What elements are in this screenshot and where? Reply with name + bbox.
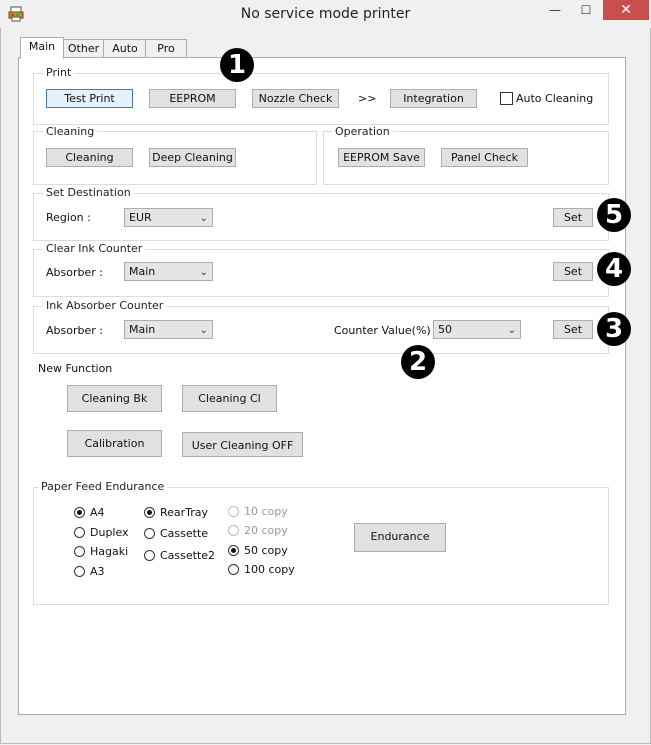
clear-ink-absorber-label: Absorber :: [46, 266, 103, 279]
set-destination-title: Set Destination: [43, 186, 134, 199]
tray-cassette-label: Cassette: [160, 527, 209, 540]
radio-size-hagaki[interactable]: [74, 546, 85, 557]
arrow-indicator: >>: [358, 92, 377, 105]
copy-20-label: 20 copy: [244, 524, 288, 537]
set-destination-group: [33, 193, 609, 241]
clear-ink-absorber-select[interactable]: Main ⌄: [124, 262, 213, 281]
integration-button[interactable]: Integration: [390, 89, 477, 108]
tab-other[interactable]: Other: [62, 39, 105, 58]
clear-ink-absorber-value: Main: [129, 265, 156, 278]
size-a4-label: A4: [90, 506, 105, 519]
set-destination-button[interactable]: Set: [553, 208, 593, 227]
counter-value-label: Counter Value(%) :: [334, 324, 438, 337]
auto-cleaning-label: Auto Cleaning: [516, 92, 594, 105]
tab-auto[interactable]: Auto: [103, 39, 147, 58]
ink-absorber-set-button[interactable]: Set: [553, 320, 593, 339]
size-duplex-label: Duplex: [90, 526, 129, 539]
counter-value: 50: [438, 323, 452, 336]
tab-pro[interactable]: Pro: [145, 39, 187, 58]
cleaning-cl-button[interactable]: Cleaning Cl: [182, 385, 277, 412]
radio-copy-10[interactable]: [228, 506, 239, 517]
region-label: Region :: [46, 211, 91, 224]
annotation-badge-1: 1: [220, 48, 254, 82]
paper-feed-endurance-title: Paper Feed Endurance: [38, 480, 168, 493]
close-button[interactable]: ✕: [603, 0, 649, 20]
ink-absorber-counter-group: [33, 306, 609, 354]
clear-ink-counter-title: Clear Ink Counter: [43, 242, 146, 255]
radio-size-a3[interactable]: [74, 566, 85, 577]
chevron-down-icon: ⌄: [199, 325, 208, 336]
chevron-down-icon: ⌄: [507, 325, 516, 336]
eeprom-save-button[interactable]: EEPROM Save: [338, 148, 425, 167]
radio-tray-cassette[interactable]: [144, 528, 155, 539]
cleaning-bk-button[interactable]: Cleaning Bk: [67, 385, 162, 412]
copy-100-label: 100 copy: [244, 563, 295, 576]
annotation-badge-2: 2: [401, 345, 435, 379]
test-print-button[interactable]: Test Print: [46, 89, 133, 108]
copy-50-label: 50 copy: [244, 544, 288, 557]
clear-ink-counter-set-button[interactable]: Set: [553, 262, 593, 281]
cleaning-group-title: Cleaning: [43, 125, 98, 138]
chevron-down-icon: ⌄: [199, 267, 208, 278]
size-hagaki-label: Hagaki: [90, 545, 129, 558]
cleaning-button[interactable]: Cleaning: [46, 148, 133, 167]
nozzle-check-button[interactable]: Nozzle Check: [252, 89, 339, 108]
calibration-button[interactable]: Calibration: [67, 430, 162, 457]
operation-group-title: Operation: [332, 125, 393, 138]
annotation-badge-3: 3: [597, 312, 631, 346]
ink-absorber-select[interactable]: Main ⌄: [124, 320, 213, 339]
radio-size-a4[interactable]: [74, 507, 85, 518]
annotation-badge-5: 5: [597, 198, 631, 232]
user-cleaning-off-button[interactable]: User Cleaning OFF: [182, 432, 303, 457]
region-select[interactable]: EUR ⌄: [124, 208, 213, 227]
clear-ink-counter-group: [33, 249, 609, 297]
auto-cleaning-checkbox[interactable]: [500, 92, 513, 105]
print-group-title: Print: [43, 66, 75, 79]
copy-10-label: 10 copy: [244, 505, 288, 518]
ink-absorber-counter-title: Ink Absorber Counter: [43, 299, 167, 312]
radio-copy-100[interactable]: [228, 564, 239, 575]
counter-value-select[interactable]: 50 ⌄: [433, 320, 521, 339]
radio-copy-20[interactable]: [228, 525, 239, 536]
radio-tray-reartray[interactable]: [144, 507, 155, 518]
tray-reartray-label: RearTray: [160, 506, 209, 519]
ink-absorber-label: Absorber :: [46, 324, 103, 337]
minimize-button[interactable]: —: [540, 0, 570, 20]
region-select-value: EUR: [129, 211, 152, 224]
maximize-button[interactable]: ☐: [571, 0, 601, 20]
radio-copy-50[interactable]: [228, 545, 239, 556]
endurance-button[interactable]: Endurance: [354, 523, 446, 552]
tab-main[interactable]: Main: [20, 37, 64, 59]
panel-check-button[interactable]: Panel Check: [441, 148, 528, 167]
annotation-badge-4: 4: [597, 252, 631, 286]
new-function-title: New Function: [38, 362, 113, 375]
eeprom-button[interactable]: EEPROM: [149, 89, 236, 108]
radio-size-duplex[interactable]: [74, 527, 85, 538]
radio-tray-cassette2[interactable]: [144, 550, 155, 561]
ink-absorber-value: Main: [129, 323, 156, 336]
size-a3-label: A3: [90, 565, 105, 578]
tray-cassette2-label: Cassette2: [160, 549, 216, 562]
deep-cleaning-button[interactable]: Deep Cleaning: [149, 148, 236, 167]
chevron-down-icon: ⌄: [199, 213, 208, 224]
